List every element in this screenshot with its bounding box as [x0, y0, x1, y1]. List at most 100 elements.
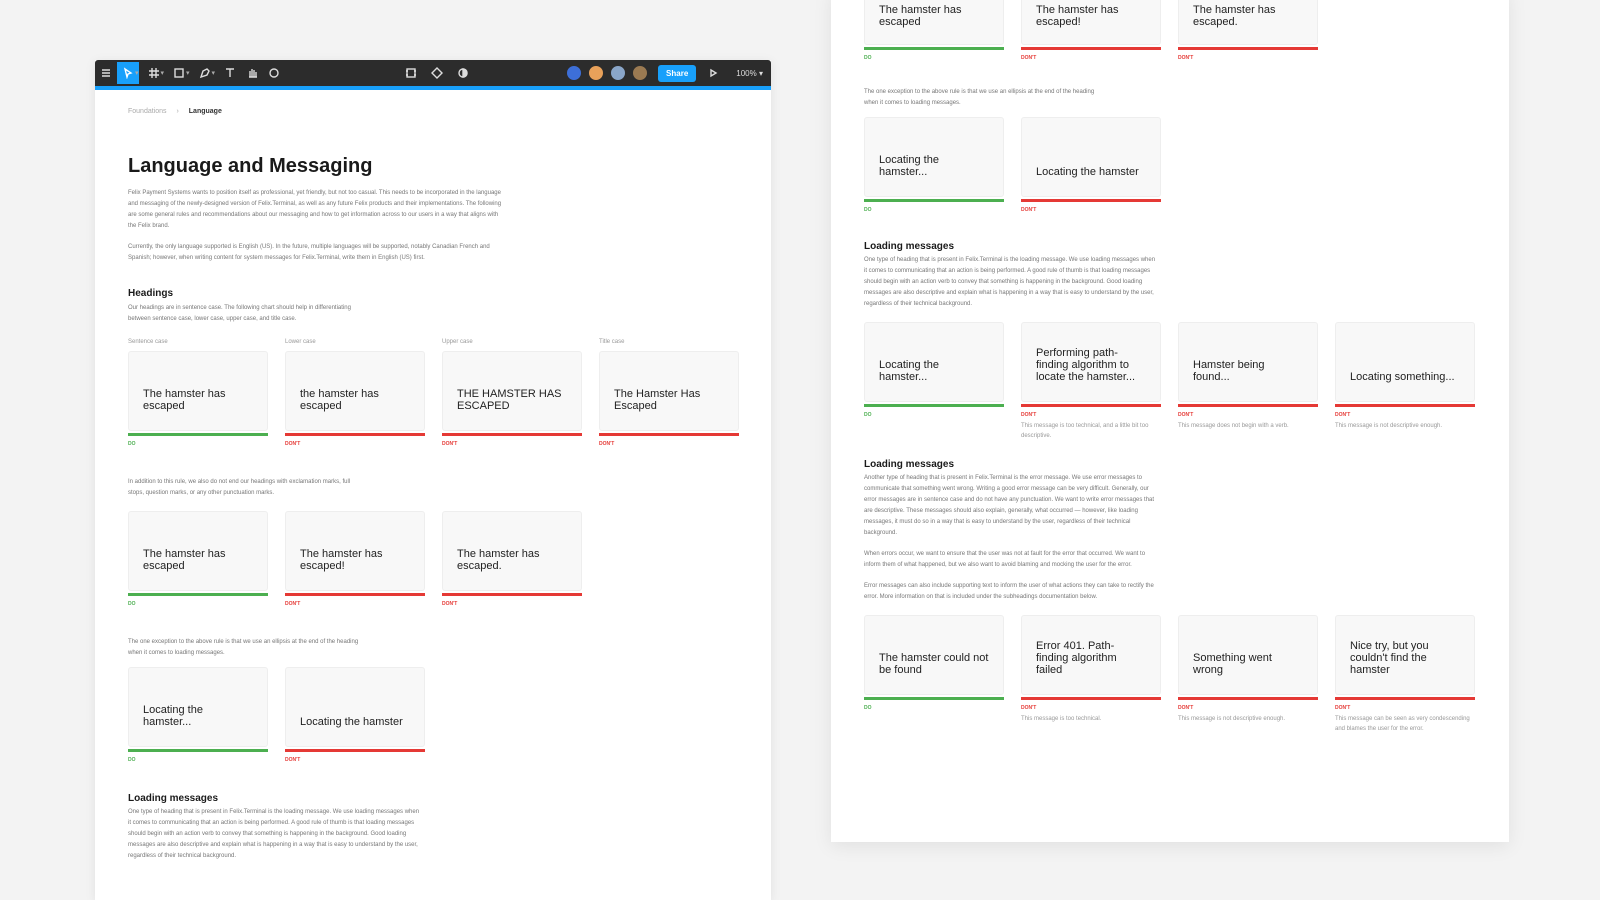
example-preview: THE HAMSTER HAS ESCAPED — [442, 351, 582, 431]
error-section-title: Loading messages — [864, 459, 955, 470]
ellipsis-description: The one exception to the above rule is t… — [128, 639, 359, 656]
breadcrumb-parent[interactable]: Foundations — [128, 108, 167, 115]
verdict-bar — [599, 433, 739, 436]
example-preview: The hamster has escaped — [128, 351, 268, 431]
example-card: The hamster has escaped. DON'T — [442, 511, 582, 607]
hand-tool-icon[interactable] — [241, 62, 263, 84]
example-card: The hamster has escaped! DON'T — [285, 511, 425, 607]
verdict-bar — [1021, 47, 1161, 50]
verdict-note: This message is too technical, and a lit… — [1021, 423, 1149, 439]
verdict-label: DO — [128, 441, 136, 447]
example-preview: Locating the hamster — [1021, 117, 1161, 197]
toolbar-center-group — [400, 62, 474, 84]
example-preview: Hamster being found... — [1178, 322, 1318, 402]
chevron-down-icon[interactable]: ▾ — [186, 69, 190, 77]
example-card: Locating the hamster... DO — [128, 667, 268, 763]
verdict-bar — [128, 749, 268, 752]
example-preview: Locating something... — [1335, 322, 1475, 402]
example-card: Performing path-finding algorithm to loc… — [1021, 322, 1161, 441]
example-preview: Nice try, but you couldn't find the hams… — [1335, 615, 1475, 695]
verdict-note: This message is too technical. — [1021, 716, 1102, 722]
zoom-level[interactable]: 100% ▾ — [736, 69, 763, 78]
avatar[interactable] — [632, 65, 649, 81]
verdict-bar — [285, 749, 425, 752]
example-preview: Performing path-finding algorithm to loc… — [1021, 322, 1161, 402]
verdict-label: DO — [864, 207, 872, 213]
avatar[interactable] — [610, 65, 627, 81]
verdict-bar — [864, 697, 1004, 700]
chevron-down-icon[interactable]: ▾ — [212, 69, 216, 77]
comment-tool-icon[interactable] — [263, 62, 285, 84]
verdict-label: DON'T — [442, 601, 458, 607]
example-card: The hamster has escaped! DON'T — [1021, 0, 1161, 61]
example-card: Locating the hamster... DO — [864, 322, 1004, 441]
example-preview: The Hamster Has Escaped — [599, 351, 739, 431]
component-icon[interactable] — [400, 62, 422, 84]
verdict-note: This message can be seen as very condesc… — [1335, 716, 1470, 732]
verdict-label: DON'T — [1178, 55, 1194, 61]
assets-icon[interactable] — [426, 62, 448, 84]
ellipsis-examples: Locating the hamster... DO Locating the … — [128, 667, 738, 763]
document-content: Foundations › Language Language and Mess… — [95, 90, 771, 880]
verdict-label: DO — [864, 412, 872, 418]
loading-section-title: Loading messages — [128, 793, 219, 804]
example-preview: Locating the hamster... — [864, 322, 1004, 402]
example-card: Locating the hamster DON'T — [1021, 117, 1161, 213]
verdict-bar — [1335, 404, 1475, 407]
verdict-bar — [285, 433, 425, 436]
menu-icon[interactable] — [95, 62, 117, 84]
avatar[interactable] — [588, 65, 605, 81]
verdict-label: DO — [128, 601, 136, 607]
loading-description: One type of heading that is present in F… — [864, 257, 1156, 307]
error-description: Error messages can also include supporti… — [864, 583, 1154, 600]
card-caption: Lower case — [285, 339, 316, 345]
verdict-note: This message is not descriptive enough. — [1335, 423, 1443, 429]
present-icon[interactable] — [702, 62, 724, 84]
example-preview: The hamster has escaped — [864, 0, 1004, 45]
card-caption: Sentence case — [128, 339, 168, 345]
toolbar-right-group: Share 100% ▾ — [566, 62, 763, 84]
example-preview: the hamster has escaped — [285, 351, 425, 431]
contrast-icon[interactable] — [452, 62, 474, 84]
verdict-label: DON'T — [285, 601, 301, 607]
verdict-note: This message is not descriptive enough. — [1178, 716, 1286, 722]
avatar[interactable] — [566, 65, 583, 81]
verdict-note: This message does not begin with a verb. — [1178, 423, 1289, 429]
card-caption: Title case — [599, 339, 625, 345]
case-examples: Sentence case The hamster has escaped DO… — [128, 339, 739, 447]
example-card: Title case The Hamster Has Escaped DON'T — [599, 339, 739, 447]
verdict-label: DON'T — [1021, 207, 1037, 213]
example-card: Sentence case The hamster has escaped DO — [128, 339, 268, 447]
zoom-value: 100% — [736, 68, 757, 78]
loading-section-title: Loading messages — [864, 241, 955, 252]
verdict-bar — [1021, 404, 1161, 407]
breadcrumb-current: Language — [188, 108, 222, 115]
chevron-down-icon[interactable]: ▾ — [135, 69, 139, 77]
verdict-bar — [1178, 404, 1318, 407]
example-card: Locating the hamster DON'T — [285, 667, 425, 763]
verdict-label: DON'T — [1021, 705, 1037, 711]
verdict-label: DO — [128, 757, 136, 763]
headings-description: Our headings are in sentence case. The f… — [128, 305, 351, 322]
example-card: The hamster has escaped. DON'T — [1178, 0, 1318, 61]
example-card: Nice try, but you couldn't find the hams… — [1335, 615, 1475, 734]
example-preview: The hamster has escaped. — [1178, 0, 1318, 45]
example-card: The hamster could not be found DO — [864, 615, 1004, 734]
design-editor-window: ▾ ▾ ▾ ▾ Share 100% ▾ Foundations › Langu… — [95, 60, 771, 900]
punctuation-description: In addition to this rule, we also do not… — [128, 479, 351, 496]
text-tool-icon[interactable] — [219, 62, 241, 84]
error-description: Another type of heading that is present … — [864, 475, 1155, 536]
verdict-label: DON'T — [1335, 705, 1351, 711]
example-card: Something went wrong DON'T This message … — [1178, 615, 1318, 734]
card-caption: Upper case — [442, 339, 473, 345]
example-preview: The hamster could not be found — [864, 615, 1004, 695]
example-preview: Locating the hamster... — [128, 667, 268, 747]
chevron-down-icon[interactable]: ▾ — [161, 69, 165, 77]
intro-paragraph: Currently, the only language supported i… — [128, 244, 490, 261]
ellipsis-examples: Locating the hamster... DO Locating the … — [864, 117, 1476, 213]
example-card: The hamster has escaped DO — [864, 0, 1004, 61]
error-description: When errors occur, we want to ensure tha… — [864, 551, 1146, 568]
verdict-bar — [442, 433, 582, 436]
example-card: Upper case THE HAMSTER HAS ESCAPED DON'T — [442, 339, 582, 447]
share-button[interactable]: Share — [658, 64, 697, 82]
